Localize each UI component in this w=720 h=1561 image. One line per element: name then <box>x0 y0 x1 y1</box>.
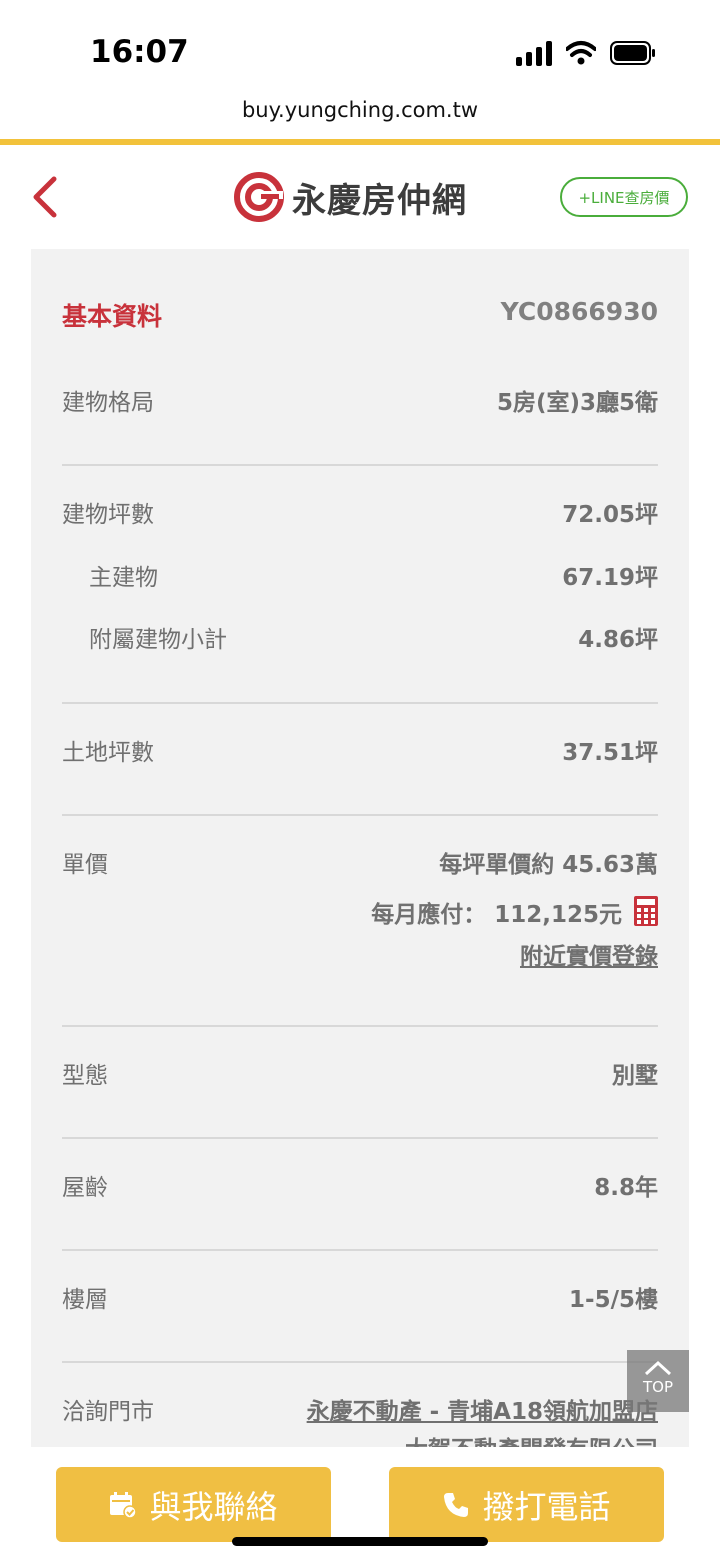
calendar-check-icon <box>110 1491 138 1519</box>
row-label: 單價 <box>62 852 108 878</box>
logo-mark-icon <box>234 172 284 222</box>
row-label: 洽詢門市 <box>62 1399 154 1425</box>
section-header-row: 基本資料 YC0866930 <box>62 297 658 331</box>
site-logo[interactable]: 永慶房仲網 <box>234 171 467 223</box>
status-time: 16:07 <box>90 34 189 70</box>
row-label: 土地坪數 <box>62 740 154 766</box>
row-value: 4.86坪 <box>578 627 658 653</box>
divider <box>62 1361 658 1363</box>
divider <box>62 1025 658 1027</box>
line-price-button[interactable]: +LINE查房價 <box>560 177 688 217</box>
row-value: 72.05坪 <box>562 502 658 528</box>
divider <box>62 814 658 816</box>
back-chevron-icon[interactable] <box>28 175 62 219</box>
call-button[interactable]: 撥打電話 <box>389 1467 664 1542</box>
row-label: 主建物 <box>89 565 158 591</box>
basic-info-panel: 基本資料 YC0866930 建物格局 5房(室)3廳5衛 建物坪數 72.05… <box>31 249 689 1447</box>
home-indicator[interactable] <box>232 1537 488 1546</box>
monthly-payment[interactable]: 每月應付： 112,125元 <box>371 895 658 929</box>
row-value: 8.8年 <box>594 1175 658 1201</box>
contact-me-button[interactable]: 與我聯絡 <box>56 1467 331 1542</box>
call-label: 撥打電話 <box>482 1487 611 1526</box>
row-label: 型態 <box>62 1063 108 1089</box>
nearby-price-link[interactable]: 附近實價登錄 <box>520 937 658 971</box>
status-bar: 16:07 <box>0 0 720 100</box>
row-value: 37.51坪 <box>562 740 658 766</box>
wifi-icon <box>566 41 596 65</box>
chevron-up-icon <box>644 1360 672 1376</box>
store-row: 洽詢門市 永慶不動產 - 青埔A18領航加盟店 大賀不動產開發有限公司 <box>62 1392 658 1447</box>
store-company[interactable]: 大賀不動產開發有限公司 <box>405 1430 658 1447</box>
unit-price-row: 單價 每坪單價約 45.63萬 每月應付： 112,125元 附近實價登錄 <box>62 845 658 975</box>
address-bar-url[interactable]: buy.yungching.com.tw <box>0 98 720 122</box>
listing-code: YC0866930 <box>500 297 658 326</box>
row-label: 屋齡 <box>62 1175 108 1201</box>
row-value: 別墅 <box>612 1063 658 1089</box>
phone-icon <box>444 1492 469 1517</box>
divider <box>62 1137 658 1139</box>
site-header: 永慶房仲網 +LINE查房價 <box>0 145 720 249</box>
section-title: 基本資料 <box>62 302 163 331</box>
contact-me-label: 與我聯絡 <box>149 1487 278 1526</box>
scroll-top-label: TOP <box>642 1378 673 1396</box>
unit-price-value: 每坪單價約 45.63萬 <box>439 852 658 878</box>
row-label: 建物坪數 <box>62 502 154 528</box>
divider <box>62 464 658 466</box>
monthly-payment-text: 每月應付： 112,125元 <box>371 902 622 928</box>
store-link[interactable]: 永慶不動產 - 青埔A18領航加盟店 <box>307 1392 658 1426</box>
row-label: 建物格局 <box>62 390 154 416</box>
row-label: 樓層 <box>62 1287 108 1313</box>
battery-icon <box>610 41 655 65</box>
scroll-top-button[interactable]: TOP <box>627 1350 689 1412</box>
divider <box>62 1249 658 1251</box>
row-value: 67.19坪 <box>562 565 658 591</box>
calculator-icon[interactable] <box>634 896 658 926</box>
row-value: 1-5/5樓 <box>569 1287 658 1313</box>
row-value: 5房(室)3廳5衛 <box>496 390 658 416</box>
logo-text: 永慶房仲網 <box>292 180 467 221</box>
signal-icon <box>516 40 552 66</box>
row-label: 附屬建物小計 <box>89 627 227 653</box>
divider <box>62 702 658 704</box>
